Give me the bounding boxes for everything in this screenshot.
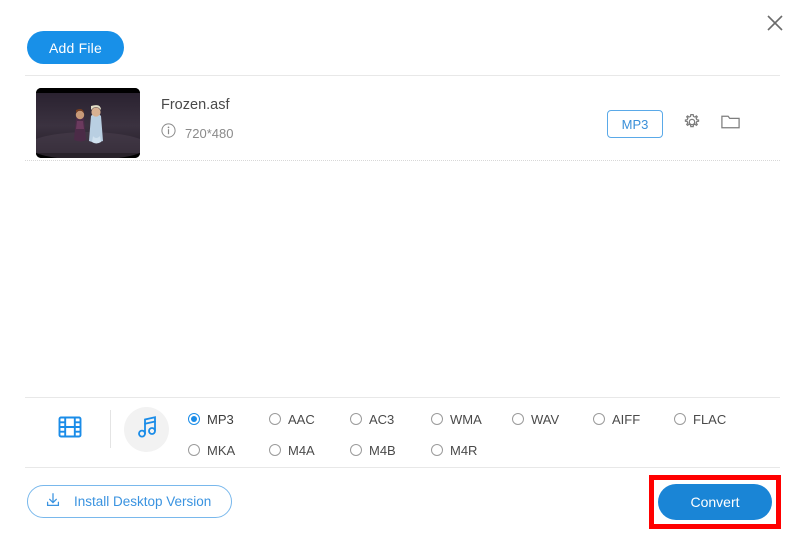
divider-footer-top — [25, 467, 780, 468]
radio-indicator — [269, 444, 281, 456]
format-option-m4r[interactable]: M4R — [431, 443, 512, 458]
install-desktop-version-label: Install Desktop Version — [74, 494, 212, 509]
radio-indicator — [674, 413, 686, 425]
format-option-label: M4B — [369, 442, 396, 458]
format-option-m4b[interactable]: M4B — [350, 443, 431, 458]
radio-indicator — [269, 413, 281, 425]
divider-top — [25, 75, 780, 76]
format-option-label: WMA — [450, 411, 482, 427]
radio-indicator — [512, 413, 524, 425]
radio-indicator — [350, 444, 362, 456]
format-option-label: AAC — [288, 411, 315, 427]
tab-audio[interactable] — [124, 407, 169, 452]
film-strip-icon — [55, 412, 85, 447]
format-option-label: AC3 — [369, 411, 395, 427]
convert-button[interactable]: Convert — [658, 484, 772, 520]
tab-video[interactable] — [52, 411, 88, 447]
file-settings-button[interactable] — [679, 111, 705, 137]
close-button[interactable] — [758, 6, 792, 40]
format-option-aac[interactable]: AAC — [269, 412, 350, 427]
format-option-m4a[interactable]: M4A — [269, 443, 350, 458]
radio-indicator — [188, 413, 200, 425]
format-radio-row: MKA M4A M4B M4R — [188, 439, 780, 461]
radio-indicator — [350, 413, 362, 425]
file-open-folder-button[interactable] — [717, 111, 743, 137]
radio-indicator — [431, 413, 443, 425]
radio-indicator — [188, 444, 200, 456]
format-option-label: MP3 — [207, 411, 234, 427]
install-desktop-version-button[interactable]: Install Desktop Version — [27, 485, 233, 518]
format-option-label: M4A — [288, 442, 315, 458]
format-option-flac[interactable]: FLAC — [674, 412, 755, 427]
radio-indicator — [431, 444, 443, 456]
music-note-icon — [134, 414, 160, 445]
file-format-badge[interactable]: MP3 — [607, 110, 663, 138]
download-icon — [44, 491, 62, 512]
format-option-mka[interactable]: MKA — [188, 443, 269, 458]
format-option-label: AIFF — [612, 411, 641, 427]
toolbar: Add File — [27, 31, 124, 64]
format-option-label: M4R — [450, 442, 478, 458]
divider-file-bottom — [25, 160, 780, 161]
tab-divider — [110, 410, 111, 448]
format-option-label: WAV — [531, 411, 560, 427]
format-option-label: MKA — [207, 442, 236, 458]
file-actions: MP3 — [0, 110, 800, 140]
format-option-wav[interactable]: WAV — [512, 412, 593, 427]
close-icon — [765, 13, 785, 33]
format-option-ac3[interactable]: AC3 — [350, 412, 431, 427]
format-selection-bar: MP3 AAC AC3 WMA WAV AIFF FLAC MKA M4A M4… — [0, 398, 800, 460]
gear-icon — [682, 112, 702, 137]
format-option-wma[interactable]: WMA — [431, 412, 512, 427]
format-option-mp3[interactable]: MP3 — [188, 412, 269, 427]
add-file-button[interactable]: Add File — [27, 31, 124, 64]
format-option-aiff[interactable]: AIFF — [593, 412, 674, 427]
format-radio-grid: MP3 AAC AC3 WMA WAV AIFF FLAC MKA M4A M4… — [188, 408, 780, 470]
format-option-label: FLAC — [693, 411, 727, 427]
radio-indicator — [593, 413, 605, 425]
folder-icon — [720, 112, 741, 137]
format-radio-row: MP3 AAC AC3 WMA WAV AIFF FLAC — [188, 408, 780, 430]
